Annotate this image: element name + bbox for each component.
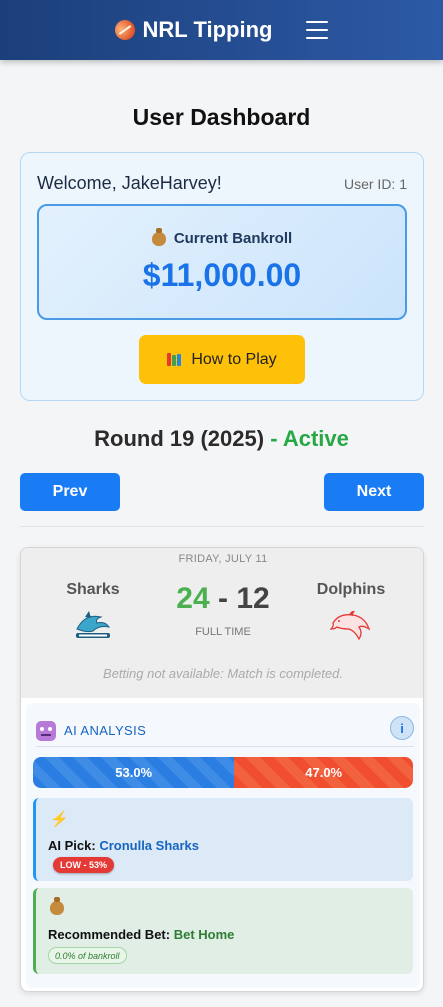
recommended-bet: Recommended Bet: Bet Home bbox=[48, 927, 234, 942]
round-title: Round 19 (2025) - Active bbox=[0, 426, 443, 452]
ai-pick: AI Pick: Cronulla Sharks bbox=[48, 838, 199, 853]
ai-pick-box: ⚡ AI Pick: Cronulla Sharks LOW - 53% bbox=[33, 798, 413, 881]
ai-pick-prefix: AI Pick: bbox=[48, 838, 96, 853]
home-probability: 53.0% bbox=[33, 757, 235, 788]
recommended-bet-prefix: Recommended Bet: bbox=[48, 927, 171, 942]
page-title: User Dashboard bbox=[132, 104, 311, 130]
ai-analysis-header: AI ANALYSIS i bbox=[36, 715, 414, 747]
info-icon[interactable]: i bbox=[390, 716, 414, 740]
brand-title: NRL Tipping bbox=[142, 17, 273, 42]
confidence-badge: LOW - 53% bbox=[53, 857, 115, 873]
divider bbox=[20, 526, 424, 527]
brand[interactable]: NRL Tipping bbox=[110, 16, 273, 44]
recommended-bet-box: Recommended Bet: Bet Home 0.0% of bankro… bbox=[33, 888, 413, 974]
ai-analysis-panel: AI ANALYSIS i 53.0% 47.0% ⚡ AI Pick: Cro… bbox=[26, 703, 420, 988]
dolphins-logo-icon bbox=[329, 610, 371, 641]
hamburger-menu-icon[interactable] bbox=[306, 21, 329, 39]
betting-note: Betting not available: Match is complete… bbox=[103, 666, 343, 681]
round-status: - Active bbox=[270, 426, 349, 451]
bankroll-label: Current Bankroll bbox=[173, 230, 293, 247]
away-score: 12 bbox=[236, 582, 270, 615]
bankroll-value: $11,000.00 bbox=[142, 257, 302, 293]
bankroll-label-row: Current Bankroll bbox=[39, 227, 405, 247]
how-to-play-label: How to Play bbox=[191, 350, 277, 368]
bet-percentage-badge: 0.0% of bankroll bbox=[48, 947, 127, 964]
money-bag-icon bbox=[151, 227, 166, 246]
probability-bar: 53.0% 47.0% bbox=[33, 757, 413, 788]
welcome-greeting: Welcome, JakeHarvey! bbox=[37, 173, 222, 193]
recommended-bet-value: Bet Home bbox=[173, 927, 235, 942]
welcome-card: Welcome, JakeHarvey! User ID: 1 Current … bbox=[20, 152, 424, 401]
user-id: User ID: 1 bbox=[343, 176, 407, 192]
next-round-button[interactable]: Next bbox=[324, 473, 424, 511]
bankroll-box: Current Bankroll $11,000.00 bbox=[37, 204, 407, 320]
rugby-ball-icon bbox=[110, 16, 139, 44]
home-score: 24 bbox=[176, 582, 210, 615]
lightning-icon: ⚡ bbox=[50, 811, 69, 828]
prev-round-button[interactable]: Prev bbox=[20, 473, 120, 511]
how-to-play-button[interactable]: How to Play bbox=[139, 335, 305, 384]
money-bag-icon bbox=[50, 897, 64, 915]
away-team-name: Dolphins bbox=[316, 581, 386, 598]
round-name: Round 19 (2025) bbox=[94, 426, 265, 451]
books-icon bbox=[167, 353, 183, 366]
match-header: FRIDAY, JULY 11 Sharks 24 - 12 FULL TIME… bbox=[21, 548, 423, 698]
ai-pick-team: Cronulla Sharks bbox=[99, 838, 200, 853]
match-date: FRIDAY, JULY 11 bbox=[178, 553, 268, 565]
top-navbar: NRL Tipping bbox=[0, 0, 443, 60]
away-team: Dolphins bbox=[291, 581, 411, 646]
score-separator: - bbox=[218, 582, 228, 615]
match-card: FRIDAY, JULY 11 Sharks 24 - 12 FULL TIME… bbox=[20, 547, 424, 992]
robot-icon bbox=[36, 720, 56, 741]
ai-analysis-title: AI ANALYSIS bbox=[64, 723, 147, 738]
away-probability: 47.0% bbox=[234, 757, 413, 788]
